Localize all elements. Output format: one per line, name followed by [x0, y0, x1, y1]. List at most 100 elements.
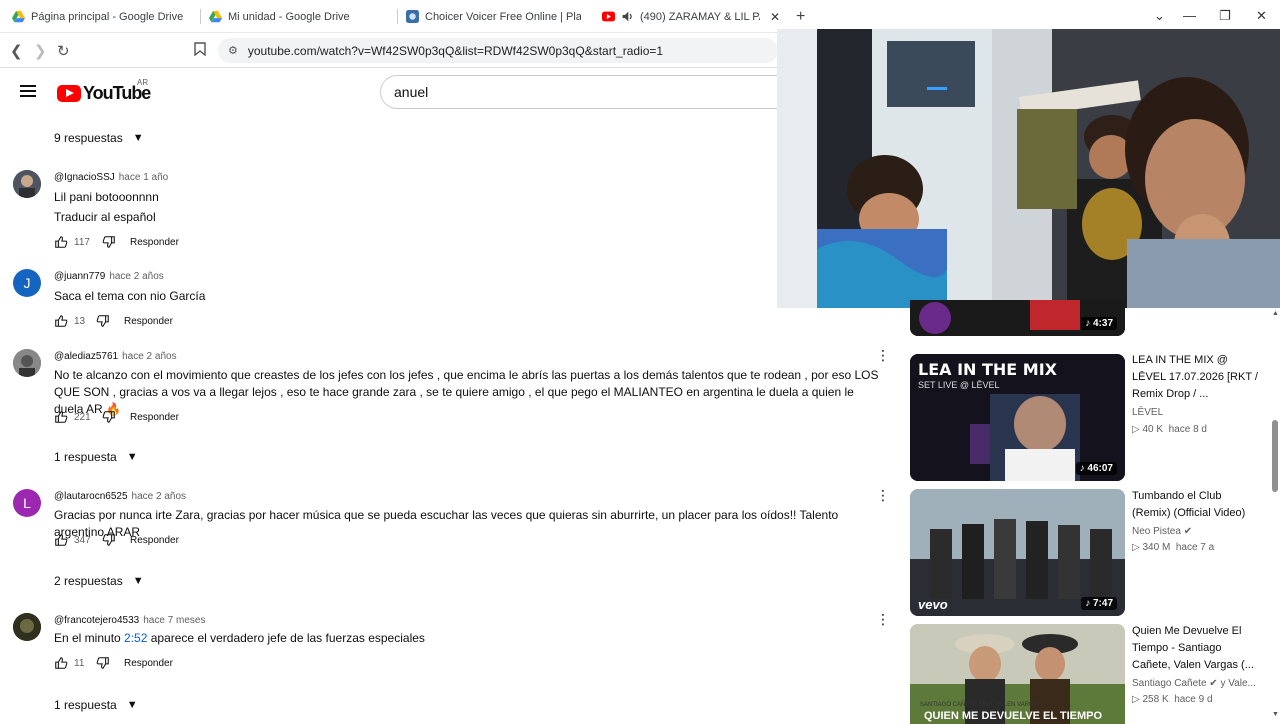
thumbnail-title: LEA IN THE MIX: [918, 360, 1058, 379]
comment-menu-icon[interactable]: ⋮: [876, 488, 890, 502]
translate-link[interactable]: Traducir al español: [54, 209, 884, 226]
reply-button[interactable]: Responder: [130, 535, 179, 546]
dislike-icon[interactable]: [102, 533, 116, 547]
video-title[interactable]: Quien Me Devuelve El Tiempo - Santiago C…: [1132, 623, 1260, 674]
tab-search-chevron-icon[interactable]: ⌄: [1154, 8, 1165, 24]
comment-time[interactable]: hace 2 años: [122, 351, 177, 362]
avatar[interactable]: [13, 170, 41, 198]
video-meta: ▷ 40 K hace 8 d: [1132, 424, 1207, 435]
search-input[interactable]: anuel: [380, 75, 790, 109]
comment-actions: 221 Responder: [54, 410, 179, 424]
comment-author[interactable]: @IgnacioSSJ: [54, 172, 115, 183]
back-icon[interactable]: ❮: [10, 42, 23, 60]
close-window-icon[interactable]: ✕: [1256, 8, 1267, 24]
like-count: 347: [74, 534, 91, 546]
comment-author[interactable]: @alediaz5761: [54, 351, 118, 362]
comment-menu-icon[interactable]: ⋮: [876, 348, 890, 362]
youtube-logo[interactable]: YouTube AR: [57, 78, 151, 104]
choicer-voicer-icon: [406, 10, 419, 23]
google-drive-icon: [209, 10, 222, 23]
google-drive-icon: [12, 10, 25, 23]
comment-header: @alediaz5761 hace 2 años: [54, 351, 177, 362]
close-tab-icon[interactable]: ✕: [770, 10, 780, 24]
tab-choicer-voicer[interactable]: Choicer Voicer Free Online | Play a V...: [406, 4, 581, 29]
channel-name[interactable]: LĒVEL: [1132, 407, 1163, 418]
bookmark-icon[interactable]: [194, 42, 206, 60]
verified-icon: ✔: [1183, 526, 1193, 537]
minimize-icon[interactable]: —: [1183, 8, 1196, 23]
comment-menu-icon[interactable]: ⋮: [876, 612, 890, 626]
dislike-icon[interactable]: [96, 314, 110, 328]
music-note-icon: ♪: [1085, 318, 1091, 329]
thumbnail-title: QUIEN ME DEVUELVE EL TIEMPO: [924, 710, 1103, 722]
thumbnail-image: [910, 624, 1125, 724]
video-title[interactable]: LEA IN THE MIX @ LĒVEL 17.07.2026 [RKT /…: [1132, 352, 1262, 403]
tab-google-drive-home[interactable]: Página principal - Google Drive: [12, 4, 197, 29]
like-icon[interactable]: [54, 533, 68, 547]
comment-time[interactable]: hace 1 año: [119, 172, 169, 183]
related-videos: ♪ 4:37 LEA IN THE MIX SET LIVE @ LĒVEL ♪…: [905, 300, 1280, 724]
avatar[interactable]: L: [13, 489, 41, 517]
channel-name[interactable]: Santiago Cañete ✔ y Vale...: [1132, 678, 1256, 689]
maximize-icon[interactable]: ❐: [1219, 8, 1231, 24]
url-field[interactable]: ⚙ youtube.com/watch?v=Wf42SW0p3qQ&list=R…: [218, 38, 778, 63]
menu-icon[interactable]: [20, 85, 36, 97]
reply-button[interactable]: Responder: [130, 237, 179, 248]
like-icon[interactable]: [54, 656, 68, 670]
avatar[interactable]: J: [13, 269, 41, 297]
reply-button[interactable]: Responder: [124, 316, 173, 327]
like-count: 13: [74, 315, 86, 327]
comment-time[interactable]: hace 7 meses: [143, 615, 205, 626]
site-info-icon[interactable]: ⚙: [228, 44, 238, 57]
video-player[interactable]: [777, 29, 1280, 308]
video-thumbnail[interactable]: vevo ♪ 7:47: [910, 489, 1125, 616]
like-icon[interactable]: [54, 410, 68, 424]
video-title[interactable]: Tumbando el Club (Remix) (Official Video…: [1132, 488, 1262, 522]
replies-count: 1 respuesta: [54, 450, 117, 464]
reply-button[interactable]: Responder: [130, 412, 179, 423]
replies-toggle[interactable]: 2 respuestas ▼: [54, 574, 144, 588]
reply-button[interactable]: Responder: [124, 658, 173, 669]
comment-author[interactable]: @lautarocn6525: [54, 491, 128, 502]
dislike-icon[interactable]: [102, 410, 116, 424]
dislike-icon[interactable]: [102, 235, 116, 249]
like-icon[interactable]: [54, 235, 68, 249]
dislike-icon[interactable]: [96, 656, 110, 670]
replies-toggle[interactable]: 1 respuesta ▼: [54, 450, 138, 464]
comment-header: @juann779 hace 2 años: [54, 271, 164, 282]
video-duration: ♪ 7:47: [1081, 597, 1117, 610]
comment-time[interactable]: hace 2 años: [109, 271, 164, 282]
replies-toggle[interactable]: 9 respuestas ▼: [54, 131, 144, 145]
scroll-down-icon[interactable]: ▼: [1272, 711, 1279, 718]
like-icon[interactable]: [54, 314, 68, 328]
new-tab-button[interactable]: +: [796, 8, 805, 26]
video-thumbnail[interactable]: SANTIAGO CAÑETE FEAT. VALEN VARGAS QUIEN…: [910, 624, 1125, 724]
duration-text: 7:47: [1092, 598, 1113, 609]
comment-time[interactable]: hace 2 años: [132, 491, 187, 502]
tab-separator: [200, 9, 201, 24]
verified-icon: ✔: [1209, 678, 1218, 689]
avatar[interactable]: [13, 613, 41, 641]
comment-actions: 347 Responder: [54, 533, 179, 547]
page-scrollbar[interactable]: ▲ ▼: [1270, 308, 1280, 720]
channel-name[interactable]: Neo Pistea ✔: [1132, 526, 1192, 537]
timestamp-link[interactable]: 2:52: [124, 631, 147, 645]
scroll-up-icon[interactable]: ▲: [1272, 310, 1279, 317]
video-thumbnail[interactable]: LEA IN THE MIX SET LIVE @ LĒVEL ♪ 46:07: [910, 354, 1125, 481]
reload-icon[interactable]: ↻: [57, 42, 70, 60]
comment-text: Saca el tema con nio García: [54, 289, 206, 303]
avatar[interactable]: [13, 349, 41, 377]
music-note-icon: ♪: [1085, 598, 1091, 609]
tab-youtube-active[interactable]: (490) ZARAMAY & LIL PANI - ✕: [594, 4, 786, 29]
replies-count: 2 respuestas: [54, 574, 123, 588]
comment-author[interactable]: @juann779: [54, 271, 105, 282]
tab-my-drive[interactable]: Mi unidad - Google Drive: [209, 4, 394, 29]
forward-icon[interactable]: ❯: [34, 42, 47, 60]
speaker-icon[interactable]: [621, 10, 634, 23]
comment-author[interactable]: @francotejero4533: [54, 615, 139, 626]
video-thumbnail[interactable]: ♪ 4:37: [910, 300, 1125, 336]
comment-header: @francotejero4533 hace 7 meses: [54, 615, 205, 626]
tab-separator: [397, 9, 398, 24]
replies-toggle[interactable]: 1 respuesta ▼: [54, 698, 138, 712]
scrollbar-thumb[interactable]: [1272, 420, 1278, 492]
